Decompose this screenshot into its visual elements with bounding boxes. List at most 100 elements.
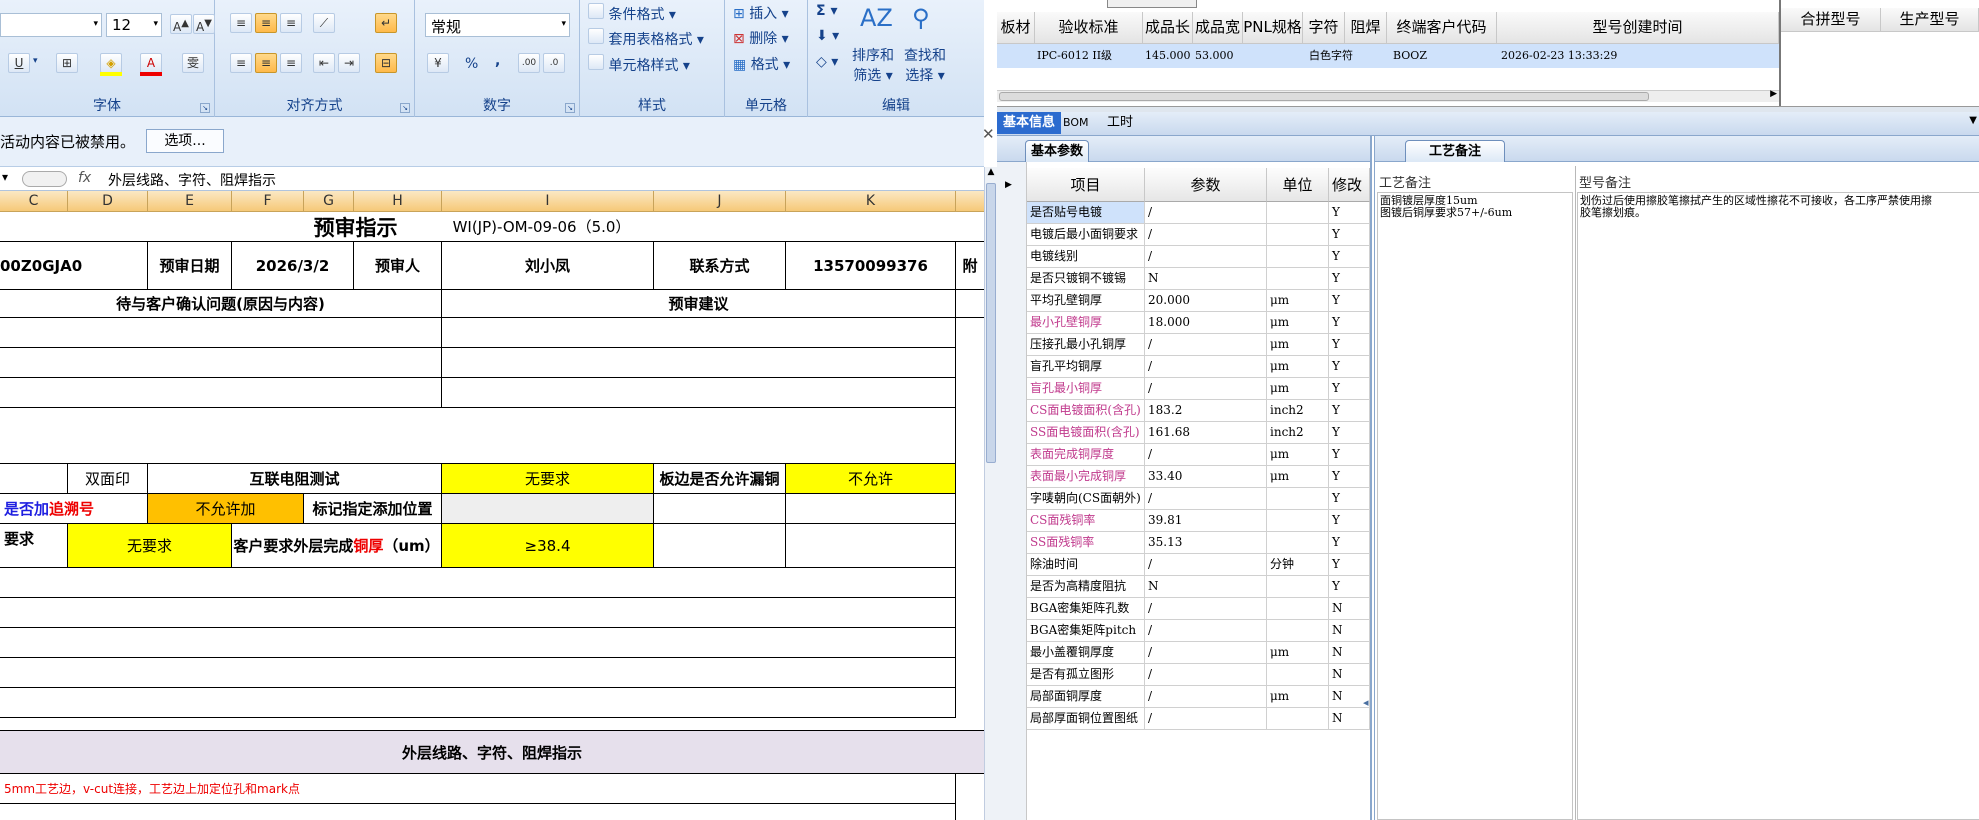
empty-cell[interactable]	[654, 494, 786, 524]
column-header[interactable]: D	[68, 191, 148, 212]
param-row[interactable]: SS面残铜率 35.13 Y	[1027, 532, 1370, 554]
empty-cell[interactable]	[0, 348, 442, 378]
param-row[interactable]: 是否为高精度阻抗 N Y	[1027, 576, 1370, 598]
param-row[interactable]: 表面完成铜厚度 / μm Y	[1027, 444, 1370, 466]
shrink-font-icon[interactable]: A▼	[193, 14, 215, 34]
param-row[interactable]: CS面残铜率 39.81 Y	[1027, 510, 1370, 532]
param-row[interactable]: 最小盖覆铜厚度 / μm N	[1027, 642, 1370, 664]
clear-icon[interactable]: ◇ ▾	[816, 54, 838, 70]
align-center-icon[interactable]: ≡	[255, 53, 277, 73]
note-cell[interactable]: 5mm工艺边，v-cut连接，工艺边上加定位孔和mark点	[0, 774, 956, 804]
align-middle-icon[interactable]: ≡	[255, 13, 277, 33]
header-board[interactable]: 板材	[997, 12, 1035, 44]
header-prod-model[interactable]: 生产型号	[1881, 8, 1979, 32]
column-header[interactable]: C	[0, 191, 68, 212]
header-combine-model[interactable]: 合拼型号	[1781, 8, 1881, 32]
param-row[interactable]: BGA密集矩阵孔数 / N	[1027, 598, 1370, 620]
cell-styles-button[interactable]: 单元格样式 ▾	[588, 54, 690, 75]
orientation-icon[interactable]: ⟋	[313, 13, 335, 33]
param-header-value[interactable]: 参数	[1145, 168, 1267, 202]
tab-basic-info[interactable]: 基本信息	[997, 112, 1062, 134]
empty-cell[interactable]	[0, 688, 956, 718]
sort-filter-icon[interactable]: AZ	[860, 4, 893, 32]
empty-cell[interactable]	[0, 318, 442, 348]
decrease-indent-icon[interactable]: ⇤	[313, 53, 335, 73]
merge-center-icon[interactable]: ⊟	[375, 53, 397, 73]
phone-value[interactable]: 13570099376	[786, 242, 956, 290]
empty-cell[interactable]	[442, 318, 956, 348]
column-header[interactable]: E	[148, 191, 232, 212]
alignment-launcher-icon[interactable]: ↘	[400, 103, 410, 113]
collapse-icon[interactable]: ◂	[1363, 696, 1369, 709]
fx-icon[interactable]: fx	[78, 170, 91, 186]
font-color-icon[interactable]: A	[140, 53, 162, 73]
attach-label[interactable]: 附	[956, 242, 984, 290]
date-value[interactable]: 2026/3/2	[232, 242, 354, 290]
empty-cell[interactable]	[442, 348, 956, 378]
header-width[interactable]: 成品宽度	[1193, 12, 1243, 66]
outer-copper-label[interactable]: 客户要求外层完成 铜厚 （um）	[232, 524, 442, 568]
param-row[interactable]: 是否只镀铜不镀锡 N Y	[1027, 268, 1370, 290]
number-format-combo[interactable]: 常规 ▾	[425, 13, 570, 37]
align-left-icon[interactable]: ≡	[230, 53, 252, 73]
close-icon[interactable]: ✕	[982, 125, 995, 143]
options-button[interactable]: 选项...	[146, 129, 224, 153]
scroll-up-icon[interactable]: ▲	[985, 167, 997, 179]
param-header-item[interactable]: 项目	[1027, 168, 1145, 202]
name-box-dropdown-icon[interactable]: ▾	[2, 170, 8, 184]
tab-work-hours[interactable]: 工时	[1101, 112, 1139, 134]
param-row[interactable]: 字唛朝向(CS面朝外) / Y	[1027, 488, 1370, 510]
column-header[interactable]: K	[786, 191, 956, 212]
tab-basic-params[interactable]: 基本参数	[1025, 140, 1089, 162]
param-row[interactable]: 盲孔平均铜厚 / μm Y	[1027, 356, 1370, 378]
empty-cell[interactable]	[0, 408, 956, 464]
header-mask[interactable]: 阻焊	[1345, 12, 1387, 44]
header-pnl[interactable]: PNL规格	[1243, 12, 1303, 44]
contact-label[interactable]: 联系方式	[654, 242, 786, 290]
font-size-combo[interactable]: 12 ▾	[106, 13, 162, 37]
param-row[interactable]: 电镀线别 / Y	[1027, 246, 1370, 268]
empty-cell[interactable]	[0, 568, 956, 598]
process-note-textarea[interactable]: 面铜镀层厚度15um 图镀后铜厚要求57+/-6um	[1377, 192, 1573, 820]
formula-bar-splitter[interactable]	[22, 171, 67, 187]
empty-cell[interactable]	[0, 378, 442, 408]
print-type-cell[interactable]: 双面印	[68, 464, 148, 494]
wrap-text-icon[interactable]: ↵	[375, 13, 397, 33]
tab-bom[interactable]: BOM	[1057, 112, 1095, 134]
table-row[interactable]: IPC-6012 II级 145.000 53.000 白色字符 BOOZ 20…	[997, 44, 1779, 68]
empty-cell[interactable]	[0, 464, 68, 494]
param-row[interactable]: 局部厚面铜位置图纸 / N	[1027, 708, 1370, 730]
scroll-right-icon[interactable]: ▶	[1770, 89, 1777, 99]
empty-cell[interactable]	[0, 598, 956, 628]
comma-button[interactable]: ,	[495, 53, 500, 69]
delete-button[interactable]: ⊠ 删除 ▾	[733, 28, 789, 48]
empty-cell[interactable]	[786, 494, 956, 524]
column-header[interactable]: H	[354, 191, 442, 212]
requirement-label[interactable]: 要求	[0, 524, 68, 568]
font-name-combo[interactable]: ▾	[0, 13, 102, 37]
param-row[interactable]: 表面最小完成铜厚 33.40 μm Y	[1027, 466, 1370, 488]
currency-icon[interactable]: ¥	[427, 53, 449, 73]
param-row[interactable]: 压接孔最小孔铜厚 / μm Y	[1027, 334, 1370, 356]
grow-font-icon[interactable]: A▲	[170, 14, 192, 34]
edge-copper-value[interactable]: 不允许	[786, 464, 956, 494]
model-note-textarea[interactable]: 划伤过后使用擦胶笔擦拭产生的区域性擦花不可接收，各工序严禁使用擦 胶笔擦划痕。	[1577, 192, 1979, 820]
param-header-unit[interactable]: 单位	[1267, 168, 1329, 202]
param-row[interactable]: 是否贴号电镀 / Y	[1027, 202, 1370, 224]
header-char[interactable]: 字符	[1303, 12, 1345, 44]
empty-cell[interactable]	[956, 290, 984, 318]
binoculars-icon[interactable]: ⚲	[912, 4, 930, 32]
header-customer-code[interactable]: 终端客户代码	[1387, 12, 1497, 44]
underline-icon[interactable]: U	[8, 53, 30, 73]
param-row[interactable]: 除油时间 / 分钟 Y	[1027, 554, 1370, 576]
borders-icon[interactable]: ⊞	[56, 53, 78, 73]
param-row[interactable]: 局部面铜厚度 / μm N	[1027, 686, 1370, 708]
date-label[interactable]: 预审日期	[148, 242, 232, 290]
empty-cell[interactable]	[0, 804, 956, 820]
font-launcher-icon[interactable]: ↘	[200, 103, 210, 113]
column-header[interactable]: J	[654, 191, 786, 212]
edge-copper-label[interactable]: 板边是否允许漏铜	[654, 464, 786, 494]
param-row[interactable]: 盲孔最小铜厚 / μm Y	[1027, 378, 1370, 400]
header-create-time[interactable]: 型号创建时间	[1497, 12, 1779, 44]
scroll-thumb[interactable]	[986, 183, 996, 463]
